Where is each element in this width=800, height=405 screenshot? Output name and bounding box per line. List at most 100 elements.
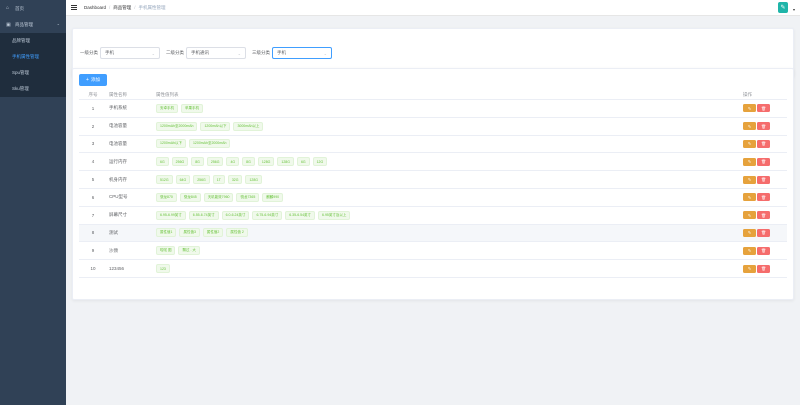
delete-icon: 🗑 [760, 230, 767, 236]
attr-table-card: + 添加 序号 属性名称 属性值列表 操作 1 手机系统 安卓手机 苹果手机 ✎ 🗑 2 电池… [72, 68, 794, 300]
breadcrumb-current: 手机属性管理 [138, 4, 166, 10]
table-body: 1 手机系统 安卓手机 苹果手机 ✎ 🗑 2 电池容量 1200mAh至2000mAh 1200m… [79, 100, 787, 278]
chevron-down-icon: ⌄ [323, 50, 327, 56]
edit-button[interactable]: ✎ [743, 104, 756, 113]
row-attr-values: 属性值1 属性值3 属性值2 属性值 2 [153, 228, 743, 238]
row-index: 10 [90, 266, 96, 272]
avatar[interactable]: ✎ [778, 2, 788, 13]
row-actions: ✎ 🗑 [743, 211, 787, 220]
delete-button[interactable]: 🗑 [757, 175, 770, 184]
level3-select[interactable]: 手机 ⌄ [272, 47, 332, 59]
delete-icon: 🗑 [760, 177, 767, 183]
row-actions: ✎ 🗑 [743, 122, 787, 131]
edit-button[interactable]: ✎ [743, 175, 756, 184]
attr-value-tag: 512G [156, 175, 173, 185]
delete-button[interactable]: 🗑 [757, 264, 770, 273]
row-index: 5 [91, 177, 95, 183]
edit-button[interactable]: ✎ [743, 193, 756, 202]
breadcrumb-item[interactable]: Dashboard [84, 5, 106, 10]
dashboard-icon: ⌂ [6, 5, 10, 11]
sidebar-group-goods[interactable]: ▣ 商品管理 ⌃ [0, 17, 66, 33]
delete-button[interactable]: 🗑 [757, 193, 770, 202]
sidebar-group-label: 商品管理 [15, 22, 33, 27]
edit-button[interactable]: ✎ [743, 157, 756, 166]
attr-value-tag: 麒麟990 [262, 192, 284, 202]
row-attr-name: 测试 [109, 229, 118, 235]
row-actions: ✎ 🗑 [743, 193, 787, 202]
row-actions: ✎ 🗑 [743, 228, 787, 237]
breadcrumb-separator: / [134, 5, 136, 10]
edit-icon: ✎ [747, 177, 752, 183]
chevron-down-icon: ⌄ [151, 50, 155, 56]
level1-label: 一级分类 [80, 50, 98, 55]
row-attr-name: 电池容量 [109, 140, 127, 146]
attr-value-tag: 属性值2 [202, 228, 224, 238]
attr-value-tag: 8G [191, 157, 204, 167]
sidebar-item-home[interactable]: ⌂ 首页 [0, 0, 66, 17]
sidebar-item-label: Spu管理 [12, 70, 30, 75]
edit-button[interactable]: ✎ [743, 264, 756, 273]
sidebar: ⌂ 首页 ▣ 商品管理 ⌃ 品牌管理 手机属性管理 Spu管理 Sku管理 [0, 0, 66, 405]
attr-value-tag: 骁龙845 [179, 192, 201, 202]
level3-label: 三级分类 [252, 50, 270, 55]
attr-value-tag: 64G [175, 175, 191, 185]
attr-value-tag: 6G [156, 157, 169, 167]
attr-value-tag: 128G [277, 157, 294, 167]
hamburger-icon[interactable] [71, 5, 77, 10]
edit-icon: ✎ [747, 230, 752, 236]
row-attr-name: 手机系统 [109, 105, 127, 111]
delete-icon: 🗑 [760, 266, 767, 272]
attr-value-tag: 8G [242, 157, 255, 167]
table-row: 3 电池容量 1200mAh以下 1200mAh至2000mAh ✎ 🗑 [79, 136, 787, 154]
row-attr-values: 1200mAh以下 1200mAh至2000mAh [153, 139, 743, 149]
table-row: 10 123456 123 ✎ 🗑 [79, 260, 787, 278]
edit-button[interactable]: ✎ [743, 246, 756, 255]
edit-button[interactable]: ✎ [743, 211, 756, 220]
sidebar-item-brand[interactable]: 品牌管理 [0, 33, 66, 49]
delete-icon: 🗑 [760, 212, 767, 218]
row-attr-values: 啦啦 图飘过 . 大 [153, 246, 743, 256]
row-attr-name: 运行内存 [109, 158, 127, 164]
attr-value-tag: 天玑能效7960 [203, 192, 234, 202]
attr-value-tag: 256G [193, 175, 210, 185]
attr-value-tag: 1200mAh以下 [200, 121, 231, 131]
table-row: 5 机身内存 512G 64G 256G 1T 32G 128G ✎ 🗑 [79, 171, 787, 189]
edit-button[interactable]: ✎ [743, 228, 756, 237]
row-actions: ✎ 🗑 [743, 139, 787, 148]
caret-down-icon[interactable]: ▾ [793, 7, 795, 12]
attr-value-tag: 属性值1 [156, 228, 177, 238]
row-actions: ✎ 🗑 [743, 246, 787, 255]
category-selects: 一级分类 手机 ⌄ 二级分类 手机通讯 ⌄ 三级分类 手机 ⌄ [80, 47, 338, 59]
delete-icon: 🗑 [760, 248, 767, 254]
delete-button[interactable]: 🗑 [757, 104, 770, 113]
row-actions: ✎ 🗑 [743, 264, 787, 273]
level1-select[interactable]: 手机 ⌄ [100, 47, 160, 59]
sidebar-item-label: Sku管理 [12, 86, 29, 91]
table-row: 6 CPU型号 骁龙870 骁龙845 天玑能效7960 骁龙7365 麒麟990 ✎ 🗑 [79, 189, 787, 207]
edit-icon: ✎ [747, 194, 752, 200]
row-attr-name: 屏幕尺寸 [109, 212, 127, 218]
attr-value-tag: 1200mAh以下 [156, 139, 186, 149]
table-row: 7 屏幕尺寸 6.95-6.99英寸 6.55-6.74英寸 6.0-6.24英寸 6.7… [79, 207, 787, 225]
delete-icon: 🗑 [760, 123, 767, 129]
sidebar-item-sku[interactable]: Sku管理 [0, 81, 66, 97]
row-attr-name: CPU型号 [109, 194, 128, 200]
sidebar-item-spu[interactable]: Spu管理 [0, 65, 66, 81]
attr-value-tag: 12G [312, 157, 328, 167]
attr-value-tag: 4G [226, 157, 240, 167]
delete-button[interactable]: 🗑 [757, 157, 770, 166]
delete-button[interactable]: 🗑 [757, 122, 770, 131]
chevron-up-icon: ⌃ [56, 22, 60, 28]
add-attr-button[interactable]: + 添加 [79, 74, 107, 86]
delete-button[interactable]: 🗑 [757, 211, 770, 220]
edit-button[interactable]: ✎ [743, 139, 756, 148]
attr-value-tag: 骁龙870 [156, 192, 177, 202]
edit-button[interactable]: ✎ [743, 122, 756, 131]
sidebar-item-attr[interactable]: 手机属性管理 [0, 49, 66, 65]
level2-select[interactable]: 手机通讯 ⌄ [186, 47, 246, 59]
row-attr-name: 电池容量 [109, 123, 127, 129]
delete-button[interactable]: 🗑 [757, 228, 770, 237]
level1-value: 手机 [105, 50, 114, 55]
delete-button[interactable]: 🗑 [757, 139, 770, 148]
delete-button[interactable]: 🗑 [757, 246, 770, 255]
